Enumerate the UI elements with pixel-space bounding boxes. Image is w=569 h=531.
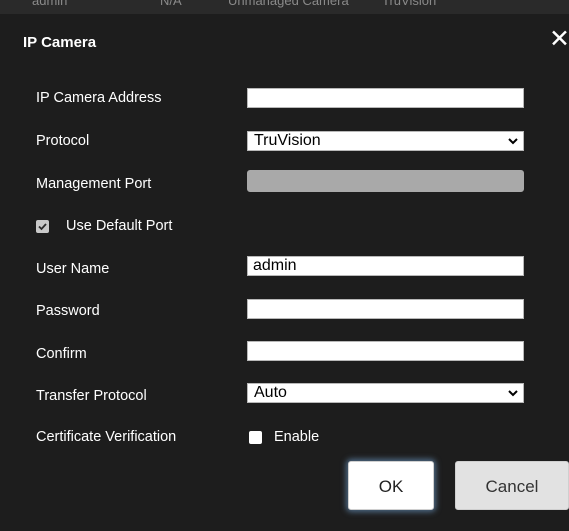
transfer-protocol-label: Transfer Protocol <box>36 388 147 404</box>
user-name-label: User Name <box>36 261 110 277</box>
password-label: Password <box>36 303 100 319</box>
bg-tab-admin: admin <box>32 0 68 8</box>
confirm-input[interactable] <box>247 341 524 361</box>
check-icon <box>38 223 47 231</box>
close-icon[interactable]: ✕ <box>549 24 569 54</box>
ip-address-input[interactable] <box>247 88 524 108</box>
certificate-verification-label: Certificate Verification <box>36 429 177 445</box>
ip-camera-dialog: IP Camera ✕ IP Camera Address Protocol T… <box>0 14 569 531</box>
chevron-down-icon <box>508 390 518 397</box>
enable-label: Enable <box>274 429 320 445</box>
password-input[interactable] <box>247 299 524 319</box>
cancel-button[interactable]: Cancel <box>455 461 569 510</box>
management-port-label: Management Port <box>36 176 152 192</box>
ip-address-label: IP Camera Address <box>36 90 162 106</box>
confirm-label: Confirm <box>36 346 87 362</box>
management-port-input <box>247 170 524 192</box>
dialog-title: IP Camera <box>23 34 97 51</box>
protocol-select[interactable]: TruVision <box>247 131 524 151</box>
protocol-value: TruVision <box>254 132 321 149</box>
transfer-protocol-select[interactable]: Auto <box>247 383 524 403</box>
bg-tab-na: N/A <box>160 0 182 8</box>
bg-tab-truvision: TruVision <box>382 0 437 8</box>
use-default-port-label: Use Default Port <box>66 218 173 234</box>
user-name-input[interactable]: admin <box>247 256 524 276</box>
transfer-protocol-value: Auto <box>254 384 287 401</box>
chevron-down-icon <box>508 138 518 145</box>
use-default-port-checkbox[interactable] <box>36 220 49 233</box>
enable-checkbox[interactable] <box>249 431 262 444</box>
background-header-strip: admin N/A Unmanaged Camera TruVision <box>0 0 569 14</box>
bg-tab-unmanaged: Unmanaged Camera <box>228 0 349 8</box>
protocol-label: Protocol <box>36 133 90 149</box>
ok-button[interactable]: OK <box>348 461 434 510</box>
